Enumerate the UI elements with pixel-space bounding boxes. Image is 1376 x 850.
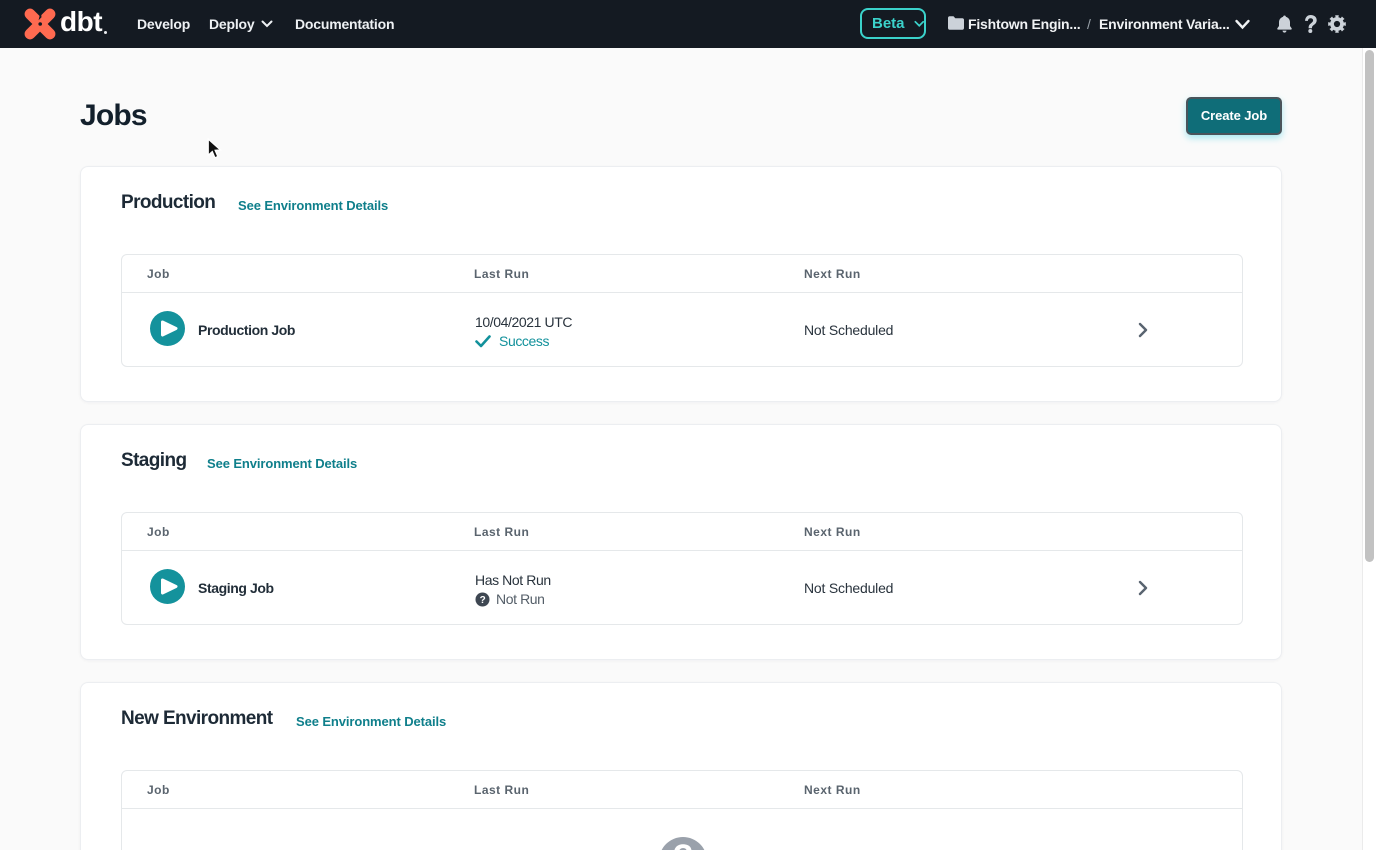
svg-text:?: ? bbox=[480, 595, 486, 606]
